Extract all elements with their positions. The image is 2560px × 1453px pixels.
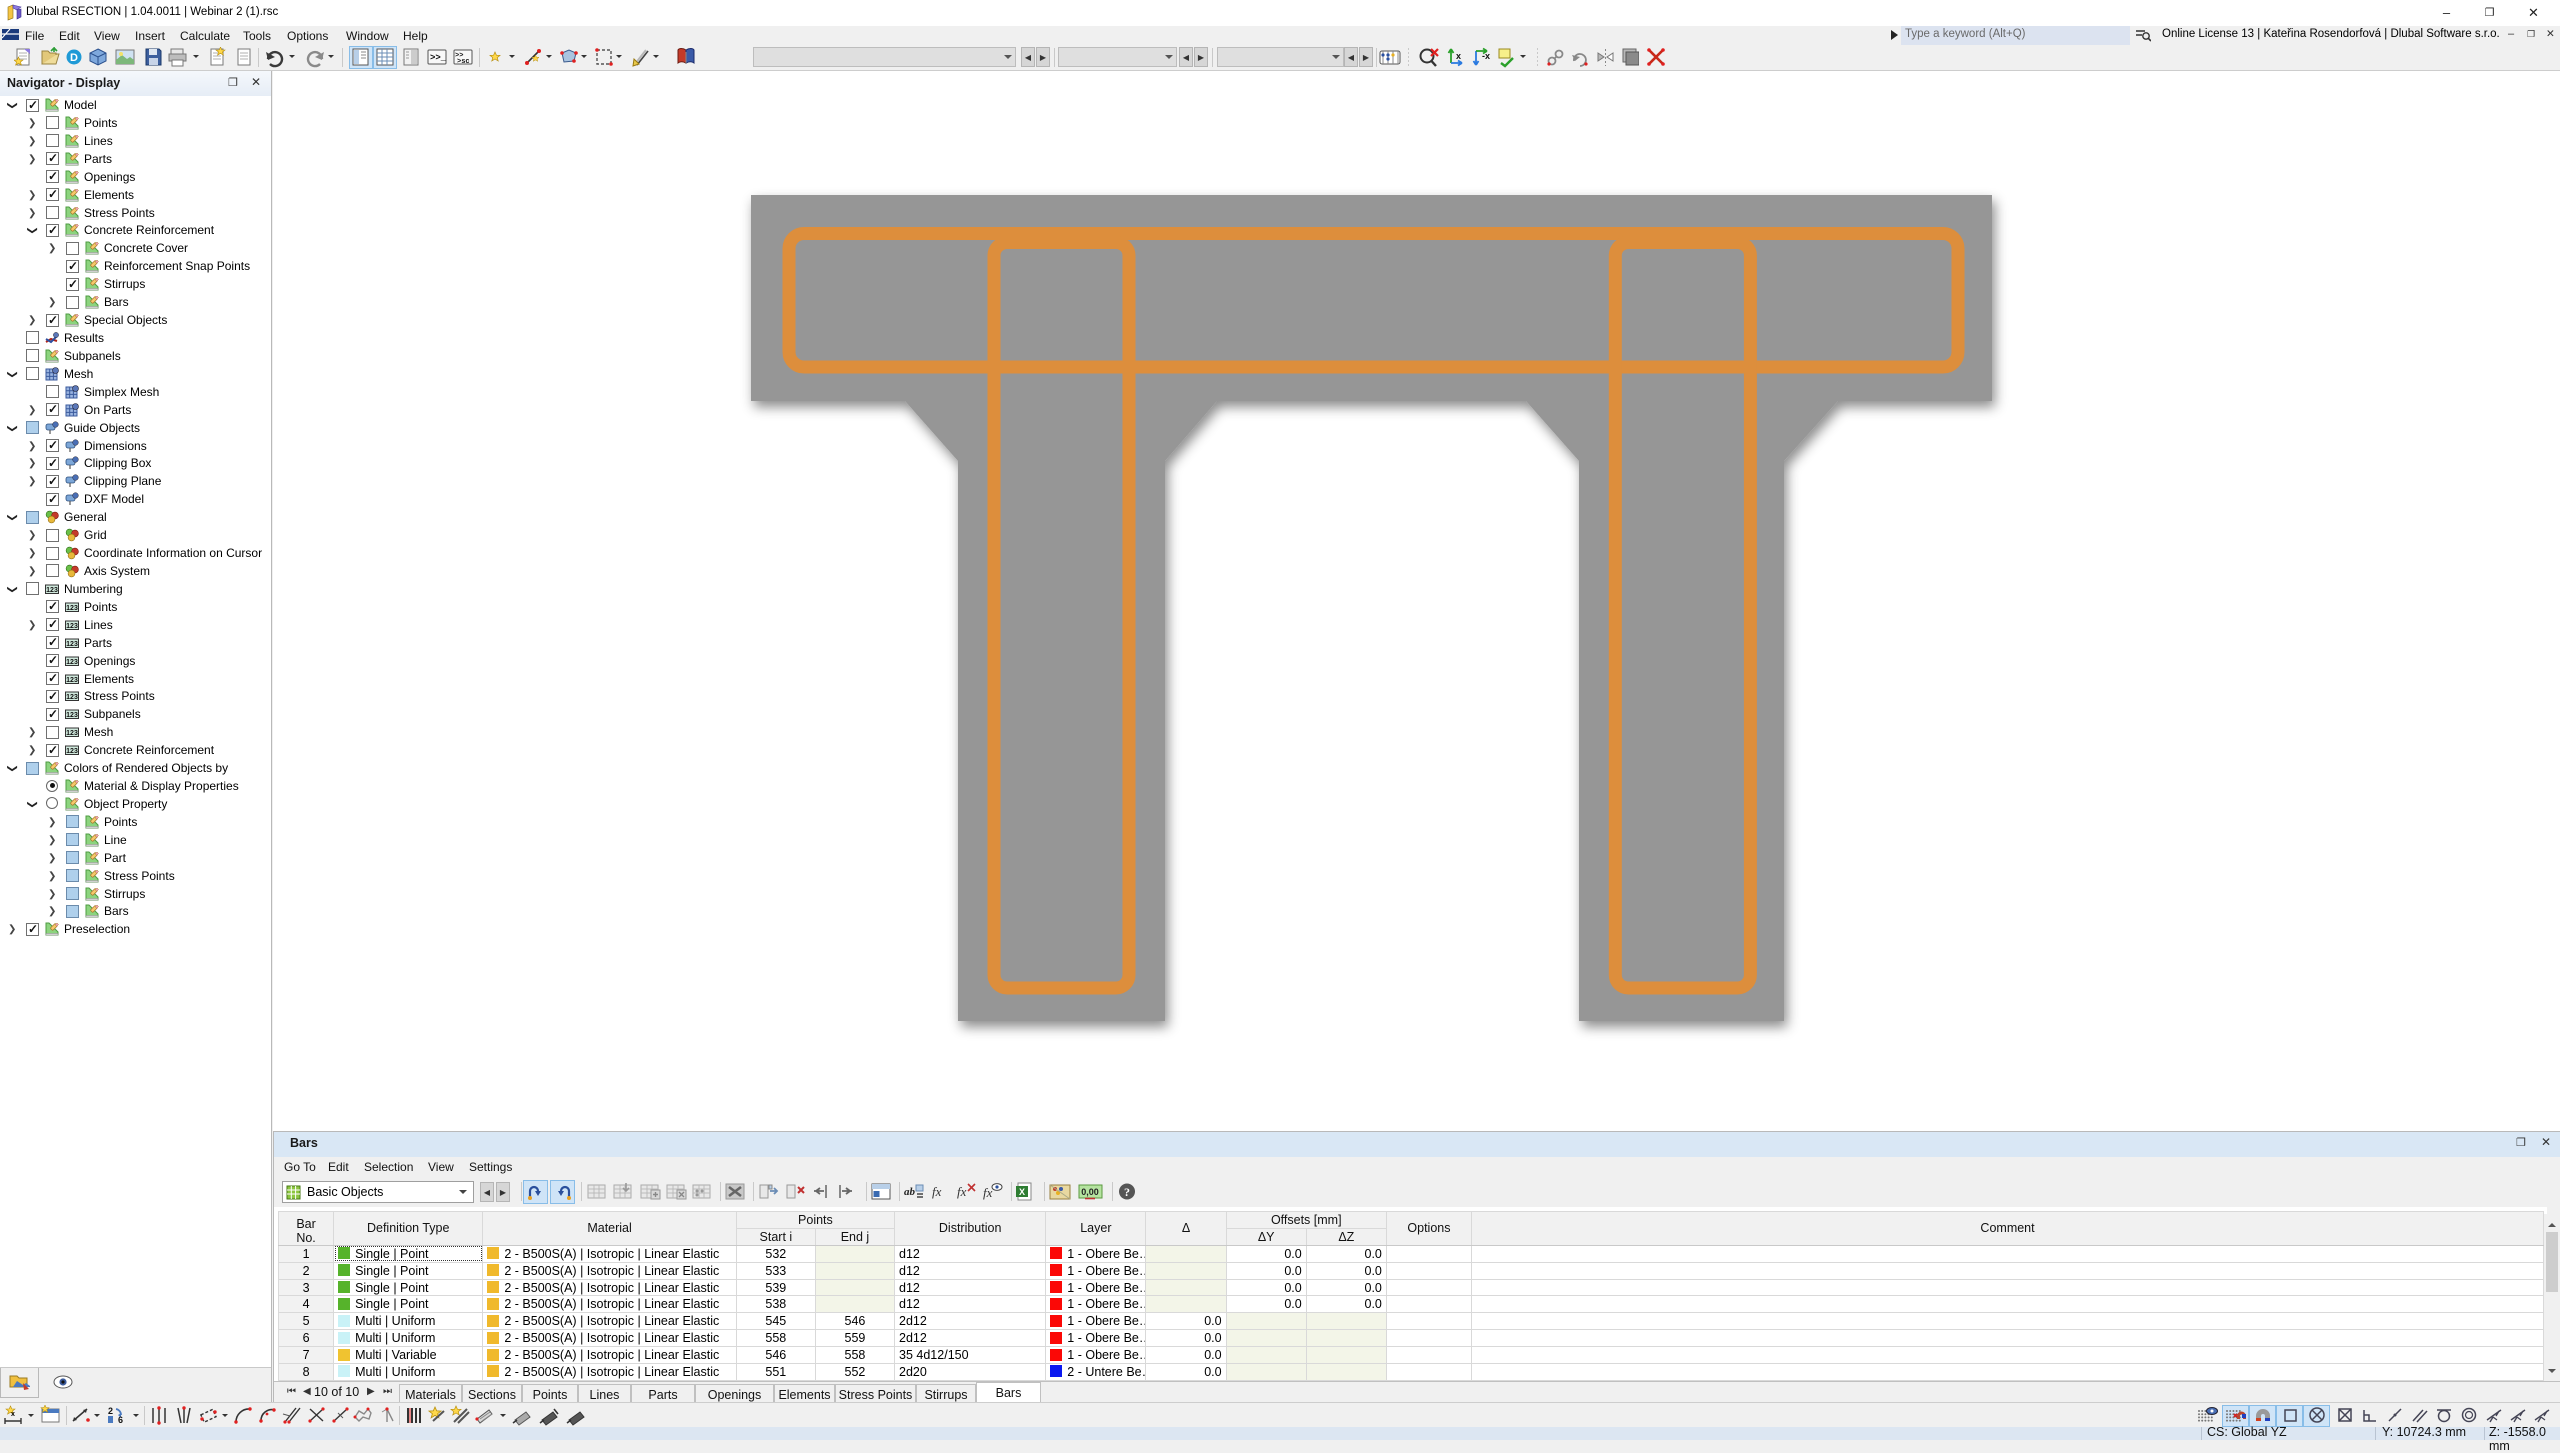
svg-text:2: 2 — [108, 1406, 113, 1416]
svg-text:123: 123 — [66, 748, 78, 755]
svg-text:X: X — [1019, 1187, 1025, 1197]
svg-text:123: 123 — [66, 605, 78, 612]
svg-text:x: x — [11, 1411, 15, 1418]
svg-text:123: 123 — [66, 730, 78, 737]
svg-text:?: ? — [1124, 1185, 1130, 1199]
svg-text:0,00: 0,00 — [1081, 1187, 1099, 1197]
svg-text:123: 123 — [66, 659, 78, 666]
svg-text:>>_: >>_ — [430, 53, 447, 63]
svg-text:123: 123 — [66, 641, 78, 648]
svg-text:123: 123 — [66, 712, 78, 719]
svg-text:fx: fx — [932, 1184, 942, 1199]
svg-text:fx: fx — [957, 1184, 967, 1199]
svg-text:x: x — [1456, 51, 1461, 61]
svg-text:-x: -x — [1482, 51, 1490, 61]
svg-text:123: 123 — [66, 623, 78, 630]
svg-text:ab: ab — [904, 1186, 916, 1198]
svg-text:D: D — [70, 52, 78, 64]
svg-text:123: 123 — [66, 677, 78, 684]
svg-text:6: 6 — [118, 1415, 123, 1425]
svg-text:123: 123 — [66, 694, 78, 701]
svg-text:123: 123 — [46, 587, 58, 594]
svg-text:>sc: >sc — [457, 58, 470, 66]
svg-text:fx: fx — [983, 1185, 993, 1200]
